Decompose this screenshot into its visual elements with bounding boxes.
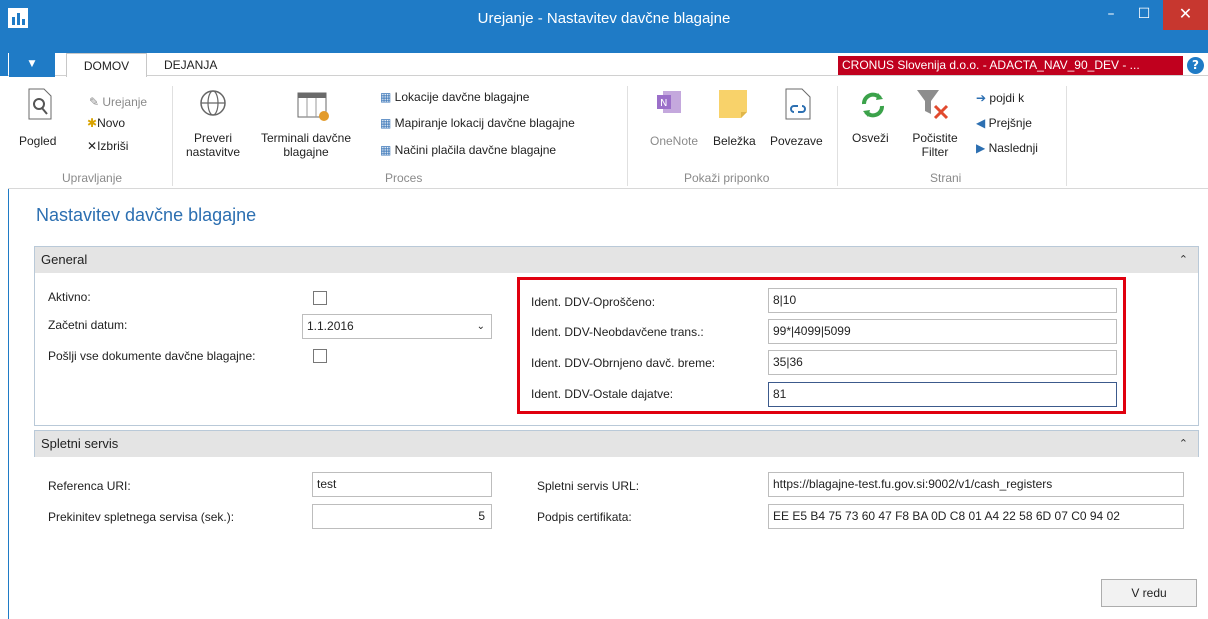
close-button[interactable]: ✕	[1163, 0, 1208, 30]
new-label: Novo	[97, 116, 126, 130]
onenote-button[interactable]: OneNote	[650, 134, 698, 148]
window-title: Urejanje - Nastavitev davčne blagajne	[477, 10, 731, 27]
webservice-section-title: Spletni servis	[41, 436, 119, 451]
group-label-attach: Pokaži priponko	[684, 171, 770, 185]
company-badge[interactable]: CRONUS Slovenija d.o.o. - ADACTA_NAV_90_…	[838, 56, 1183, 75]
group-label-manage: Upravljanje	[62, 171, 123, 185]
url-label: Spletni servis URL:	[537, 479, 640, 493]
new-icon: ✱	[87, 116, 98, 130]
chevron-up-icon[interactable]: ⌃	[1179, 431, 1188, 457]
certificate-label: Podpis certifikata:	[537, 510, 632, 524]
window-left-border	[8, 189, 9, 619]
links-icon	[785, 88, 811, 120]
chevron-down-icon[interactable]: ⌄	[477, 315, 485, 338]
list-settings-icon: ▦	[380, 143, 395, 157]
url-field[interactable]: https://blagajne-test.fu.gov.si:9002/v1/…	[768, 472, 1184, 497]
group-separator	[837, 86, 838, 186]
edit-label: Urejanje	[102, 95, 148, 109]
clear-filter-label-2: Filter	[921, 145, 949, 159]
timeout-field[interactable]: 5	[312, 504, 492, 529]
start-date-label: Začetni datum:	[48, 318, 128, 332]
send-all-checkbox[interactable]	[313, 349, 327, 363]
clear-filter-label-1: Počistite	[912, 131, 958, 145]
check-setup-label-1: Preveri	[193, 131, 232, 145]
certificate-field[interactable]: EE E5 B4 75 73 60 47 F8 BA 0D C8 01 A4 2…	[768, 504, 1184, 529]
location-mapping-label: Mapiranje lokacij davčne blagajne	[394, 116, 575, 130]
active-checkbox[interactable]	[313, 291, 327, 305]
globe-icon	[200, 90, 226, 116]
page-title: Nastavitev davčne blagajne	[36, 205, 257, 225]
view-button[interactable]: Pogled	[19, 134, 56, 148]
terminals-button[interactable]: Terminali davčne blagajne	[258, 131, 354, 159]
links-button[interactable]: Povezave	[770, 134, 823, 148]
uri-field[interactable]: test	[312, 472, 492, 497]
delete-button[interactable]: ✕Izbriši	[87, 139, 128, 153]
arrow-right-icon: ▶	[976, 141, 989, 155]
edit-icon: ✎	[89, 95, 103, 109]
list-settings-icon: ▦	[380, 116, 395, 130]
arrow-right-icon: ➔	[976, 91, 990, 105]
clear-filter-button[interactable]: Počistite Filter	[902, 131, 968, 159]
check-setup-button[interactable]: Preveri nastavitve	[183, 131, 243, 159]
webservice-section: Spletni servis ⌃	[34, 430, 1199, 457]
list-settings-icon: ▦	[380, 90, 395, 104]
svg-text:N: N	[660, 98, 667, 109]
app-menu-button[interactable]: ▼	[9, 53, 55, 77]
view-icon	[28, 88, 52, 120]
refresh-icon	[862, 92, 884, 118]
title-bar: Urejanje - Nastavitev davčne blagajne – …	[0, 0, 1208, 38]
note-icon	[719, 90, 747, 118]
onenote-icon: N	[657, 91, 681, 113]
edit-button[interactable]: ✎ Urejanje	[89, 95, 147, 109]
goto-button[interactable]: ➔ pojdi k	[976, 91, 1024, 105]
group-separator	[1066, 86, 1067, 186]
previous-button[interactable]: ◀ Prejšnje	[976, 116, 1032, 130]
terminals-label-1: Terminali davčne	[260, 131, 352, 145]
terminals-label-2: blagajne	[283, 145, 329, 159]
start-date-field[interactable]: 1.1.2016 ⌄	[302, 314, 492, 339]
general-section-header[interactable]: General ⌃	[35, 247, 1198, 273]
group-separator	[172, 86, 173, 186]
group-label-page: Strani	[930, 171, 962, 185]
previous-label: Prejšnje	[988, 116, 1032, 130]
ok-button[interactable]: V redu	[1101, 579, 1197, 607]
clear-filter-icon	[917, 90, 949, 120]
active-label: Aktivno:	[48, 290, 91, 304]
highlight-box	[517, 277, 1126, 414]
uri-label: Referenca URI:	[48, 479, 131, 493]
goto-label: pojdi k	[989, 91, 1025, 105]
delete-label: Izbriši	[97, 139, 129, 153]
payment-methods-label: Načini plačila davčne blagajne	[394, 143, 557, 157]
chevron-up-icon[interactable]: ⌃	[1179, 247, 1188, 273]
refresh-button[interactable]: Osveži	[852, 131, 889, 145]
tab-dejanja[interactable]: DEJANJA	[164, 53, 217, 78]
locations-button[interactable]: ▦ Lokacije davčne blagajne	[380, 90, 529, 104]
note-button[interactable]: Beležka	[713, 134, 756, 148]
maximize-button[interactable]: ☐	[1128, 0, 1160, 30]
timeout-label: Prekinitev spletnega servisa (sek.):	[48, 510, 235, 524]
table-settings-icon	[297, 92, 329, 121]
locations-label: Lokacije davčne blagajne	[394, 90, 530, 104]
minimize-button[interactable]: –	[1095, 0, 1127, 30]
webservice-section-header[interactable]: Spletni servis ⌃	[35, 431, 1198, 457]
start-date-value: 1.1.2016	[307, 319, 354, 333]
delete-icon: ✕	[87, 139, 98, 153]
group-separator	[627, 86, 628, 186]
help-icon[interactable]: ?	[1187, 57, 1204, 74]
check-setup-label-2: nastavitve	[185, 145, 241, 159]
next-button[interactable]: ▶ Naslednji	[976, 141, 1038, 155]
general-section-title: General	[41, 252, 88, 267]
send-all-label: Pošlji vse dokumente davčne blagajne:	[48, 349, 256, 363]
payment-methods-button[interactable]: ▦ Načini plačila davčne blagajne	[380, 143, 556, 157]
location-mapping-button[interactable]: ▦ Mapiranje lokacij davčne blagajne	[380, 116, 575, 130]
group-label-process: Proces	[385, 171, 423, 185]
arrow-left-icon: ◀	[976, 116, 989, 130]
tab-domov[interactable]: DOMOV	[66, 53, 147, 78]
new-button[interactable]: ✱Novo	[87, 116, 125, 130]
next-label: Naslednji	[988, 141, 1038, 155]
